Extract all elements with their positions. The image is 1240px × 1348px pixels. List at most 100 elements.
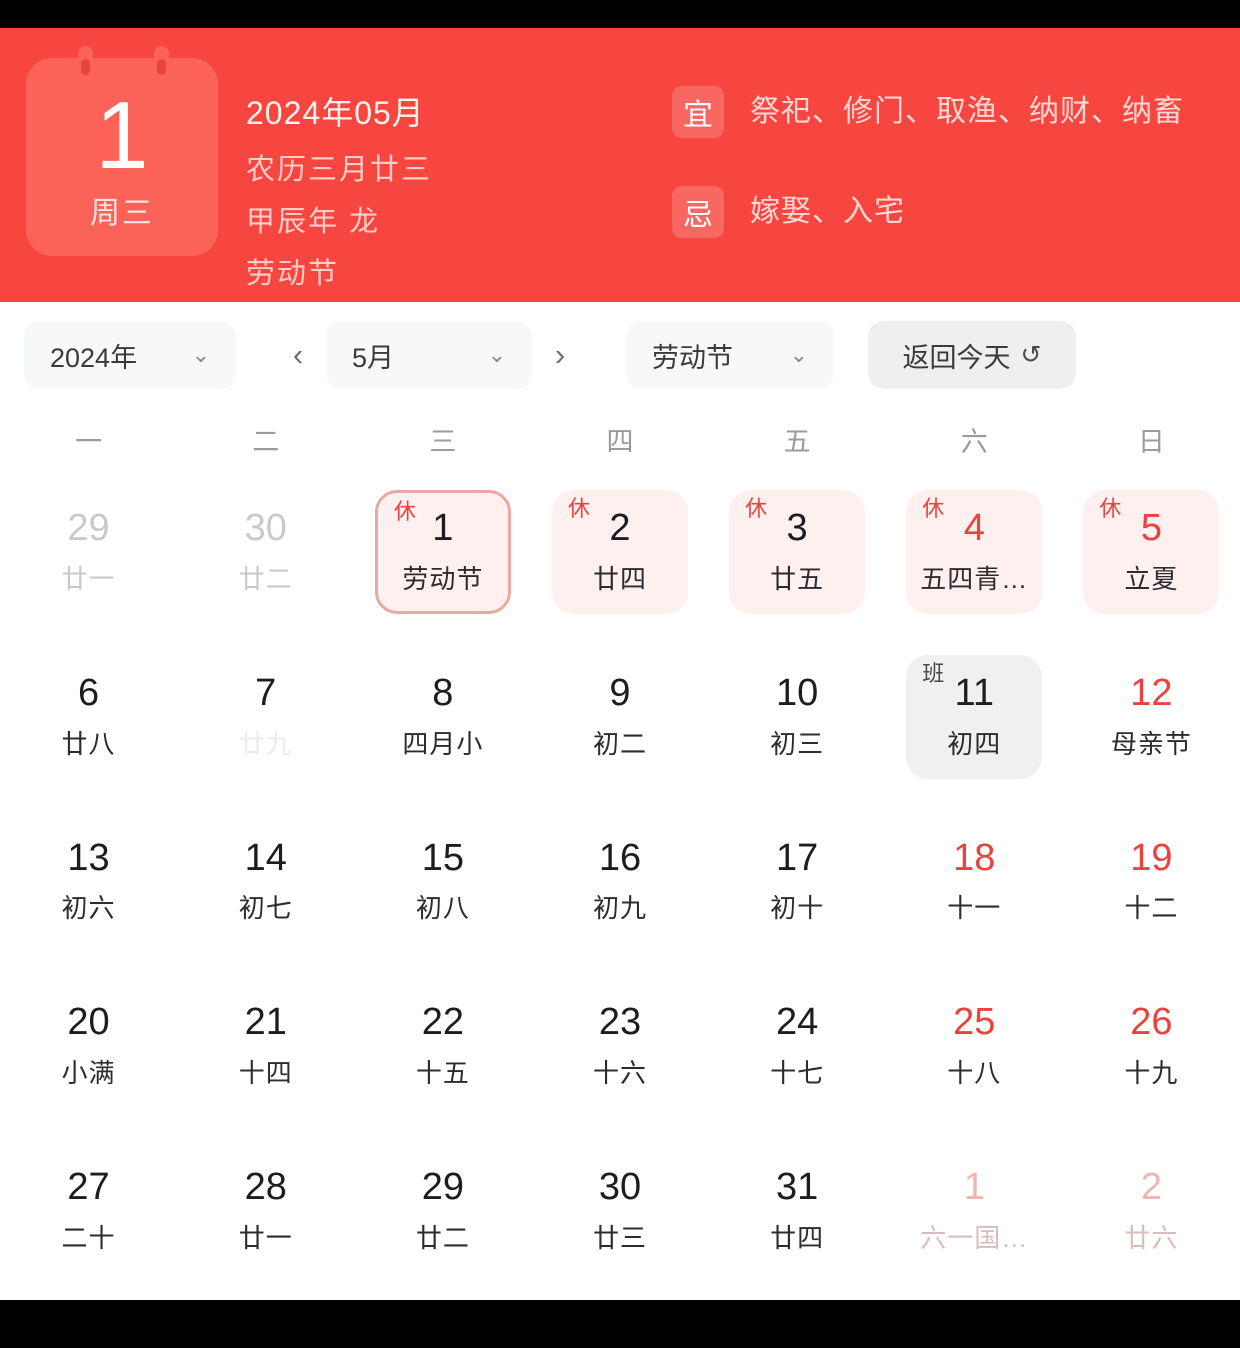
day-cell[interactable]: 26 十九 <box>1063 964 1240 1129</box>
day-cell[interactable]: 6 廿八 <box>0 635 177 800</box>
day-cell[interactable]: 13 初六 <box>0 800 177 965</box>
day-number: 28 <box>244 1166 287 1209</box>
day-lunar-label: 十六 <box>592 1058 647 1089</box>
month-selector[interactable]: 5月 ⌄ <box>326 321 532 389</box>
day-number: 18 <box>953 836 996 879</box>
day-lunar-label: 初二 <box>592 728 647 759</box>
day-cell[interactable]: 休 1 劳动节 <box>354 470 531 635</box>
festival-selector[interactable]: 劳动节 ⌄ <box>626 321 834 389</box>
day-cell[interactable]: 29 廿二 <box>354 1129 531 1294</box>
day-cell-box: 15 初八 <box>375 820 511 944</box>
day-cell[interactable]: 班 11 初四 <box>886 635 1063 800</box>
day-cell[interactable]: 29 廿一 <box>0 470 177 635</box>
weekday-fri: 五 <box>783 426 811 457</box>
day-cell[interactable]: 9 初二 <box>531 635 708 800</box>
day-lunar-label: 廿八 <box>61 728 116 759</box>
day-number: 16 <box>598 836 642 879</box>
day-cell[interactable]: 14 初七 <box>177 800 354 965</box>
day-cell[interactable]: 21 十四 <box>177 964 354 1129</box>
day-cell[interactable]: 15 初八 <box>354 800 531 965</box>
day-cell[interactable]: 31 廿四 <box>709 1129 886 1294</box>
day-lunar-label: 小满 <box>61 1058 116 1089</box>
day-cell[interactable]: 1 六一国… <box>886 1129 1063 1294</box>
day-cell[interactable]: 20 小满 <box>0 964 177 1129</box>
hero-date-meta: 2024年05月 农历三月廿三 甲辰年 龙 劳动节 <box>246 46 432 302</box>
calendar-week-row: 13 初六 14 初七 15 初八 16 初九 17 初十 18 十一 19 十二 <box>0 800 1240 965</box>
next-month-button[interactable]: › <box>532 321 588 389</box>
day-cell[interactable]: 2 廿六 <box>1063 1129 1240 1294</box>
day-cell[interactable]: 19 十二 <box>1063 800 1240 965</box>
day-number: 8 <box>432 671 454 714</box>
day-lunar-label: 廿一 <box>238 1223 293 1254</box>
year-selector[interactable]: 2024年 ⌄ <box>24 321 236 389</box>
weekday-mon: 一 <box>75 426 103 457</box>
restday-badge: 休 <box>922 496 945 522</box>
day-cell[interactable]: 休 4 五四青… <box>886 470 1063 635</box>
day-number: 12 <box>1130 671 1173 714</box>
ji-badge: 忌 <box>672 186 724 238</box>
day-lunar-label: 五四青… <box>920 563 1029 594</box>
day-cell[interactable]: 27 二十 <box>0 1129 177 1294</box>
day-cell[interactable]: 18 十一 <box>886 800 1063 965</box>
hero-festival: 劳动节 <box>246 258 340 290</box>
day-lunar-label: 十二 <box>1124 893 1179 924</box>
restday-badge: 休 <box>567 496 590 522</box>
day-lunar-label: 初三 <box>770 728 825 759</box>
hero-lunar-date: 农历三月廿三 <box>246 154 433 186</box>
day-number: 13 <box>67 836 110 879</box>
day-cell[interactable]: 30 廿二 <box>177 470 354 635</box>
day-lunar-label: 四月小 <box>402 728 484 759</box>
day-number: 30 <box>598 1166 642 1209</box>
day-cell-box: 29 廿一 <box>21 490 157 614</box>
calendar-week-row: 6 廿八 7 廿九 8 四月小 9 初二 10 初三 班 11 初四 12 母亲节 <box>0 635 1240 800</box>
day-cell[interactable]: 24 十七 <box>709 964 886 1129</box>
day-cell-box: 19 十二 <box>1083 820 1219 944</box>
day-cell[interactable]: 7 廿九 <box>177 635 354 800</box>
day-cell-box: 30 廿三 <box>552 1150 688 1274</box>
day-cell[interactable]: 10 初三 <box>709 635 886 800</box>
day-number: 25 <box>953 1001 996 1044</box>
day-cell[interactable]: 休 5 立夏 <box>1063 470 1240 635</box>
hero-ganzhi-zodiac: 甲辰年 龙 <box>246 206 381 238</box>
day-lunar-label: 廿一 <box>61 563 116 594</box>
chevron-down-icon: ⌄ <box>191 342 210 367</box>
calendar-week-row: 20 小满 21 十四 22 十五 23 十六 24 十七 25 十八 26 十九 <box>0 964 1240 1129</box>
chevron-down-icon: ⌄ <box>487 342 506 367</box>
day-cell[interactable]: 休 2 廿四 <box>531 470 708 635</box>
day-cell-box: 13 初六 <box>21 820 157 944</box>
day-number: 21 <box>244 1001 287 1044</box>
day-cell-box: 20 小满 <box>21 985 157 1109</box>
weekday-header: 一 二 三 四 五 六 日 <box>0 408 1240 470</box>
day-lunar-label: 十一 <box>947 893 1002 924</box>
day-cell[interactable]: 25 十八 <box>886 964 1063 1129</box>
day-cell[interactable]: 30 廿三 <box>531 1129 708 1294</box>
yi-badge: 宜 <box>672 86 724 138</box>
workday-badge: 班 <box>922 661 945 687</box>
back-to-today-label: 返回今天 <box>902 342 1011 373</box>
day-lunar-label: 母亲节 <box>1110 728 1192 759</box>
day-number: 29 <box>421 1166 464 1209</box>
day-lunar-label: 初七 <box>238 893 293 924</box>
day-cell[interactable]: 22 十五 <box>354 964 531 1129</box>
day-number: 14 <box>244 836 287 879</box>
day-cell[interactable]: 8 四月小 <box>354 635 531 800</box>
today-card[interactable]: 1 周三 <box>26 46 218 256</box>
day-cell-box: 29 廿二 <box>375 1150 511 1274</box>
date-hero-header: 1 周三 2024年05月 农历三月廿三 甲辰年 龙 劳动节 宜 祭祀、修门、取… <box>0 28 1240 302</box>
day-cell-box: 25 十八 <box>906 985 1042 1109</box>
back-to-today-button[interactable]: 返回今天 ↺ <box>868 321 1076 389</box>
day-cell[interactable]: 23 十六 <box>531 964 708 1129</box>
day-cell[interactable]: 17 初十 <box>709 800 886 965</box>
day-cell-box: 18 十一 <box>906 820 1042 944</box>
day-cell[interactable]: 休 3 廿五 <box>709 470 886 635</box>
calendar-week-row: 27 二十 28 廿一 29 廿二 30 廿三 31 廿四 1 六一国… 2 廿六 <box>0 1129 1240 1294</box>
day-number: 11 <box>954 671 994 714</box>
day-cell[interactable]: 16 初九 <box>531 800 708 965</box>
day-cell[interactable]: 28 廿一 <box>177 1129 354 1294</box>
prev-month-button[interactable]: ‹ <box>270 321 326 389</box>
day-number: 3 <box>786 506 808 549</box>
day-cell[interactable]: 12 母亲节 <box>1063 635 1240 800</box>
day-cell-box: 7 廿九 <box>198 655 334 779</box>
day-number: 29 <box>67 506 110 549</box>
hero-left: 1 周三 2024年05月 农历三月廿三 甲辰年 龙 劳动节 <box>0 46 432 302</box>
